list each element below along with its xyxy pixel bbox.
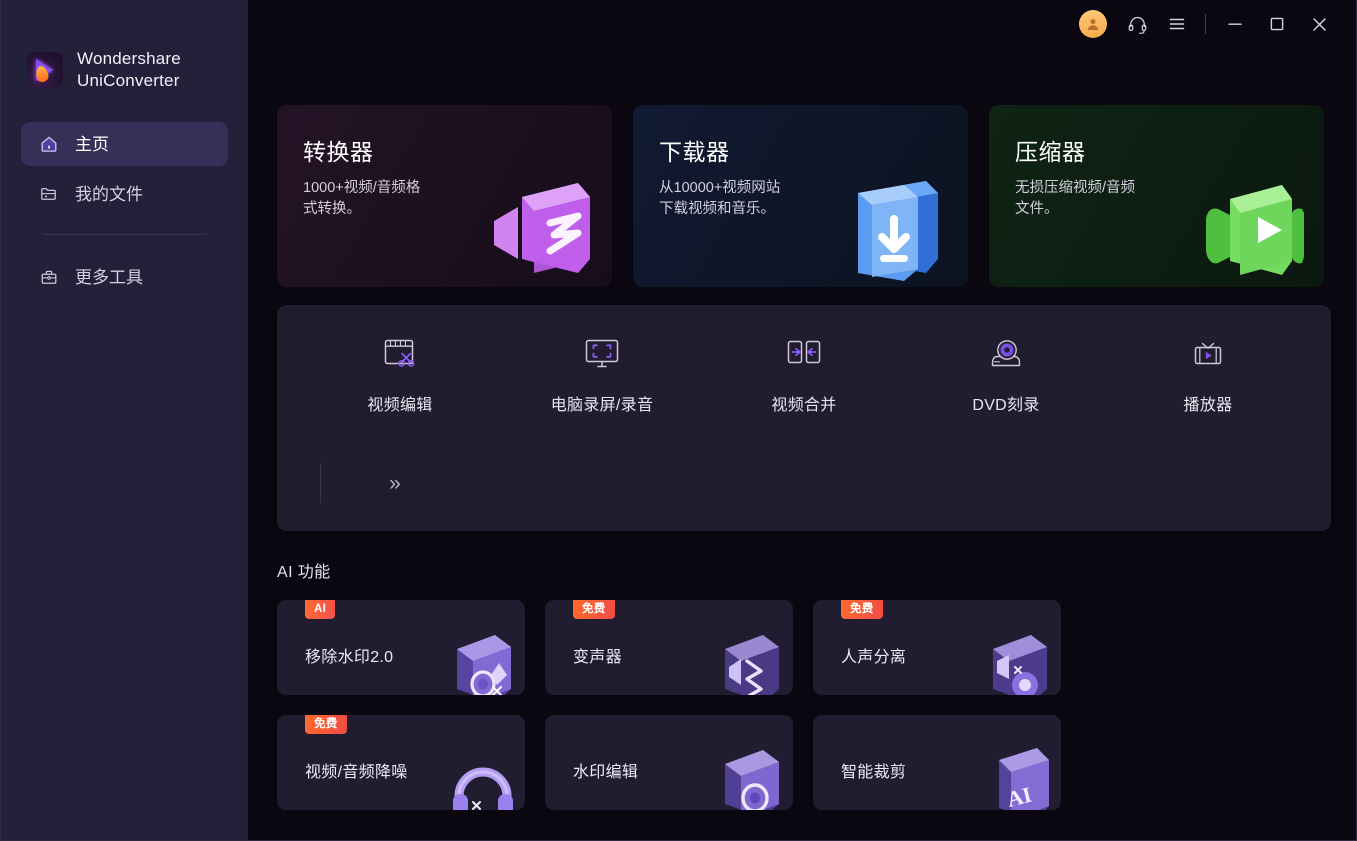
ai-card-label: 智能裁剪 — [813, 758, 906, 782]
app-window: Wondershare UniConverter 主页 — [0, 0, 1357, 841]
feature-card-title: 下载器 — [659, 133, 968, 167]
tv-play-icon — [1186, 333, 1230, 375]
voice-changer-icon — [711, 627, 787, 695]
sidebar-nav: 主页 我的文件 — [1, 122, 248, 305]
ai-card-remove-watermark[interactable]: AI 移除水印2.0 — [277, 600, 525, 695]
tool-label: DVD刻录 — [972, 391, 1039, 415]
close-icon[interactable] — [1298, 4, 1340, 44]
feature-card-compressor[interactable]: 压缩器 无损压缩视频/音频 文件。 — [989, 105, 1324, 287]
double-chevron-right-icon[interactable]: » — [377, 465, 413, 501]
titlebar-divider — [1205, 14, 1206, 34]
sidebar-item-label: 我的文件 — [75, 186, 143, 203]
tools-grid: 视频编辑 电脑录屏/录音 — [277, 327, 1331, 415]
maximize-icon[interactable] — [1256, 4, 1298, 44]
status-badge: 免费 — [841, 600, 883, 619]
minimize-icon[interactable] — [1214, 4, 1256, 44]
sidebar: Wondershare UniConverter 主页 — [1, 0, 248, 840]
sidebar-divider — [43, 234, 206, 235]
monitor-record-icon — [580, 333, 624, 375]
feature-card-title: 转换器 — [303, 133, 612, 167]
ai-card-label: 人声分离 — [813, 643, 906, 667]
tools-divider — [320, 463, 321, 503]
folder-icon — [39, 184, 59, 204]
status-badge: 免费 — [573, 600, 615, 619]
window-titlebar — [1079, 0, 1356, 48]
tool-video-merge[interactable]: 视频合并 — [703, 327, 905, 415]
feature-cards-row: 转换器 1000+视频/音频格 式转换。 下载器 从10000+视频网站 下载视… — [277, 105, 1324, 287]
tool-video-editor[interactable]: 视频编辑 — [299, 327, 501, 415]
ai-card-voice-changer[interactable]: 免费 变声器 — [545, 600, 793, 695]
film-scissors-icon — [378, 333, 422, 375]
watermark-edit-icon — [711, 742, 787, 810]
home-icon — [39, 134, 59, 154]
watermark-remove-icon — [443, 627, 519, 695]
ai-section-heading: AI 功能 — [277, 558, 1337, 582]
tool-label: 视频编辑 — [367, 391, 432, 415]
tool-dvd-burn[interactable]: DVD刻录 — [905, 327, 1107, 415]
brand-name: Wondershare UniConverter — [77, 48, 181, 92]
dvd-disc-icon — [984, 333, 1028, 375]
headset-icon[interactable] — [1117, 4, 1157, 44]
tool-label: 播放器 — [1184, 391, 1233, 415]
feature-card-downloader[interactable]: 下载器 从10000+视频网站 下载视频和音乐。 — [633, 105, 968, 287]
tool-label: 电脑录屏/录音 — [551, 391, 654, 415]
ai-cards-grid: AI 移除水印2.0 — [277, 600, 1337, 810]
merge-arrows-icon — [782, 333, 826, 375]
tools-expand-row: » — [277, 455, 1331, 515]
hamburger-menu-icon[interactable] — [1157, 4, 1197, 44]
headphones-denoise-icon — [443, 742, 519, 810]
sidebar-item-more-tools[interactable]: 更多工具 — [21, 255, 228, 299]
svg-text:AI: AI — [1004, 782, 1034, 810]
video-camera-icon — [474, 163, 604, 287]
feature-card-desc: 无损压缩视频/音频 文件。 — [1015, 178, 1205, 220]
play-flame-logo-icon — [27, 52, 63, 88]
feature-card-title: 压缩器 — [1015, 133, 1324, 167]
sidebar-item-label: 主页 — [75, 136, 109, 153]
toolbox-icon — [39, 267, 59, 287]
feature-card-desc: 从10000+视频网站 下载视频和音乐。 — [659, 178, 849, 220]
ai-card-label: 移除水印2.0 — [277, 643, 393, 667]
ai-card-smart-crop[interactable]: 智能裁剪 AI — [813, 715, 1061, 810]
tools-panel: 视频编辑 电脑录屏/录音 — [277, 305, 1331, 531]
tool-player[interactable]: 播放器 — [1107, 327, 1309, 415]
status-badge: 免费 — [305, 715, 347, 734]
status-badge: AI — [305, 600, 335, 619]
ai-crop-icon: AI — [979, 742, 1055, 810]
download-arrow-icon — [830, 163, 960, 287]
tool-screen-recorder[interactable]: 电脑录屏/录音 — [501, 327, 703, 415]
ai-card-label: 水印编辑 — [545, 758, 638, 782]
compress-play-icon — [1186, 163, 1316, 287]
sidebar-item-my-files[interactable]: 我的文件 — [21, 172, 228, 216]
ai-card-label: 变声器 — [545, 643, 622, 667]
sidebar-item-home[interactable]: 主页 — [21, 122, 228, 166]
tool-label: 视频合并 — [771, 391, 836, 415]
app-brand: Wondershare UniConverter — [1, 48, 248, 92]
sidebar-item-label: 更多工具 — [75, 269, 143, 286]
vocal-separate-icon — [979, 627, 1055, 695]
feature-card-converter[interactable]: 转换器 1000+视频/音频格 式转换。 — [277, 105, 612, 287]
ai-card-denoise[interactable]: 免费 视频/音频降噪 — [277, 715, 525, 810]
main-content: 转换器 1000+视频/音频格 式转换。 下载器 从10000+视频网站 下载视… — [248, 0, 1356, 840]
ai-features-section: AI 功能 AI 移除水印2.0 — [277, 558, 1337, 810]
feature-card-desc: 1000+视频/音频格 式转换。 — [303, 178, 493, 220]
ai-card-watermark-edit[interactable]: 水印编辑 — [545, 715, 793, 810]
ai-card-label: 视频/音频降噪 — [277, 758, 408, 782]
user-avatar-icon[interactable] — [1079, 10, 1107, 38]
ai-card-vocal-separation[interactable]: 免费 人声分离 — [813, 600, 1061, 695]
